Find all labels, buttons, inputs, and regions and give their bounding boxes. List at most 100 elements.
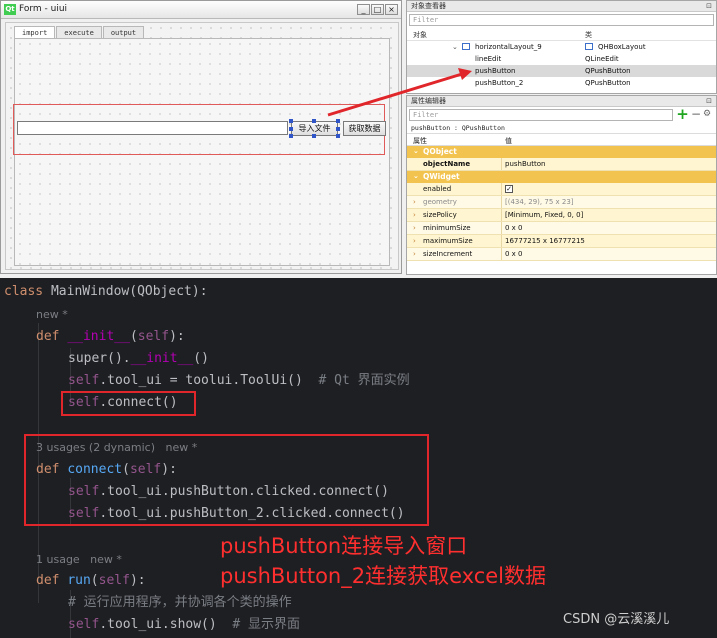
expand-arrow-icon[interactable]: › bbox=[413, 250, 416, 258]
highlight-box-connect-method bbox=[24, 434, 429, 526]
code-editor: class MainWindow(QObject): new * def __i… bbox=[0, 278, 717, 638]
close-button[interactable]: × bbox=[385, 4, 398, 15]
object-filter-input[interactable]: Filter bbox=[409, 14, 714, 26]
property-row-enabled[interactable]: enabled ✓ bbox=[407, 183, 716, 196]
object-tree-header: 对象 类 bbox=[407, 28, 716, 41]
code-line-10[interactable]: # 运行应用程序，并协调各个类的操作 bbox=[68, 592, 292, 614]
column-class[interactable]: 类 bbox=[585, 30, 592, 40]
collapse-arrow-icon[interactable]: ⌄ bbox=[413, 147, 419, 155]
form-titlebar: Qt Form - uiui _ □ × bbox=[1, 1, 401, 19]
minimize-button[interactable]: _ bbox=[357, 4, 370, 15]
column-divider bbox=[501, 235, 502, 247]
code-text: ( bbox=[90, 573, 99, 588]
tree-class-name: QPushButton bbox=[585, 67, 631, 75]
keyword: def bbox=[36, 573, 68, 588]
group-qobject[interactable]: ⌄ QObject bbox=[407, 146, 716, 158]
column-property[interactable]: 属性 bbox=[413, 136, 427, 146]
selection-handle[interactable] bbox=[289, 134, 293, 138]
property-value[interactable]: 16777215 x 16777215 bbox=[505, 237, 585, 245]
add-property-icon[interactable]: + bbox=[676, 107, 689, 122]
layout-icon bbox=[462, 43, 470, 50]
code-text: ( bbox=[129, 329, 138, 344]
tree-row-line-edit[interactable]: lineEdit QLineEdit bbox=[407, 53, 716, 65]
remove-property-icon[interactable]: − bbox=[691, 108, 701, 121]
property-editor-title-text: 属性编辑器 bbox=[411, 97, 446, 105]
expand-arrow-icon[interactable]: › bbox=[413, 224, 416, 232]
tab-execute[interactable]: execute bbox=[56, 26, 102, 38]
column-object[interactable]: 对象 bbox=[413, 30, 427, 40]
property-value[interactable]: 0 x 0 bbox=[505, 250, 523, 258]
tree-class-name: QHBoxLayout bbox=[598, 43, 646, 51]
qt-designer: Qt Form - uiui _ □ × import execute outp… bbox=[0, 0, 717, 278]
property-row-sizepolicy[interactable]: › sizePolicy [Minimum, Fixed, 0, 0] bbox=[407, 209, 716, 222]
selection-handle[interactable] bbox=[336, 119, 340, 123]
property-name: objectName bbox=[423, 160, 471, 168]
property-value[interactable]: [(434, 29), 75 x 23] bbox=[505, 198, 574, 206]
tree-row-push-button-2[interactable]: pushButton_2 QPushButton bbox=[407, 77, 716, 89]
selection-handle[interactable] bbox=[336, 127, 340, 131]
property-row-minimumsize[interactable]: › minimumSize 0 x 0 bbox=[407, 222, 716, 235]
function-name: __init__ bbox=[67, 329, 130, 344]
code-line-2[interactable]: def __init__(self): bbox=[36, 326, 185, 348]
column-divider bbox=[501, 196, 502, 208]
get-data-button[interactable]: 获取数据 bbox=[343, 121, 386, 136]
dock-float-icon[interactable]: ⊡ bbox=[706, 1, 712, 11]
code-comment: # Qt 界面实例 bbox=[318, 373, 410, 388]
selection-handle[interactable] bbox=[312, 134, 316, 138]
code-text: () bbox=[193, 351, 209, 366]
column-value[interactable]: 值 bbox=[505, 136, 512, 146]
property-value[interactable]: 0 x 0 bbox=[505, 224, 523, 232]
property-name: enabled bbox=[423, 185, 452, 193]
code-text: .tool_ui = toolui.ToolUi() bbox=[99, 373, 319, 388]
code-line-9[interactable]: def run(self): bbox=[36, 570, 146, 592]
expand-arrow-icon[interactable]: › bbox=[413, 198, 416, 206]
line-edit[interactable] bbox=[17, 121, 288, 135]
code-line-4[interactable]: self.tool_ui = toolui.ToolUi() # Qt 界面实例 bbox=[68, 370, 410, 392]
column-divider bbox=[501, 248, 502, 260]
self-keyword: self bbox=[68, 617, 100, 632]
property-filter-row: Filter + − ⚙ bbox=[407, 107, 716, 123]
collapse-arrow-icon[interactable]: ⌄ bbox=[413, 172, 419, 180]
watermark: CSDN @云溪溪儿 bbox=[563, 612, 670, 627]
expand-arrow-icon[interactable]: › bbox=[413, 211, 416, 219]
self-keyword: self bbox=[68, 373, 100, 388]
maximize-button[interactable]: □ bbox=[371, 4, 384, 15]
expand-arrow-icon[interactable]: ⌄ bbox=[452, 43, 458, 51]
selection-handle[interactable] bbox=[312, 119, 316, 123]
inlay-hint[interactable]: new * bbox=[36, 308, 68, 321]
tree-object-name: pushButton_2 bbox=[475, 79, 524, 87]
tree-row-push-button[interactable]: pushButton QPushButton bbox=[407, 65, 716, 77]
tree-row-horizontal-layout[interactable]: ⌄ horizontalLayout_9 QHBoxLayout bbox=[407, 41, 716, 53]
keyword: def bbox=[36, 329, 68, 344]
tree-object-name: lineEdit bbox=[475, 55, 502, 63]
magic-method: __init__ bbox=[130, 351, 194, 366]
selection-handle[interactable] bbox=[289, 127, 293, 131]
qt-logo-icon: Qt bbox=[4, 4, 16, 15]
property-value[interactable]: pushButton bbox=[505, 160, 545, 168]
property-row-sizeincrement[interactable]: › sizeIncrement 0 x 0 bbox=[407, 248, 716, 261]
property-row-geometry[interactable]: › geometry [(434, 29), 75 x 23] bbox=[407, 196, 716, 209]
group-qwidget[interactable]: ⌄ QWidget bbox=[407, 171, 716, 183]
selection-handle[interactable] bbox=[336, 134, 340, 138]
config-icon[interactable]: ⚙ bbox=[703, 108, 715, 121]
code-line-1[interactable]: class MainWindow(QObject): bbox=[4, 281, 208, 303]
highlight-box-connect-call bbox=[61, 391, 196, 416]
code-line-3[interactable]: super().__init__() bbox=[68, 348, 209, 370]
annotation-note-1: pushButton连接导入窗口 bbox=[220, 534, 468, 558]
property-row-objectname[interactable]: objectName pushButton bbox=[407, 158, 716, 171]
tree-class-name: QPushButton bbox=[585, 79, 631, 87]
annotation-note-2: pushButton_2连接获取excel数据 bbox=[220, 564, 547, 588]
usage-hint[interactable]: 1 usage new * bbox=[36, 553, 122, 566]
selection-handle[interactable] bbox=[289, 119, 293, 123]
property-context-label: pushButton : QPushButton bbox=[407, 123, 716, 134]
expand-arrow-icon[interactable]: › bbox=[413, 237, 416, 245]
code-text: (QObject): bbox=[129, 284, 208, 299]
object-inspector-panel: 对象查看器 ⊡ Filter 对象 类 ⌄ horizontalLayout_9… bbox=[406, 0, 717, 94]
tab-output[interactable]: output bbox=[102, 26, 145, 38]
property-value[interactable]: [Minimum, Fixed, 0, 0] bbox=[505, 211, 583, 219]
dock-float-icon[interactable]: ⊡ bbox=[706, 96, 712, 106]
property-row-maximumsize[interactable]: › maximumSize 16777215 x 16777215 bbox=[407, 235, 716, 248]
property-filter-input[interactable]: Filter bbox=[409, 109, 673, 121]
enabled-checkbox[interactable]: ✓ bbox=[505, 185, 513, 193]
code-line-11[interactable]: self.tool_ui.show() # 显示界面 bbox=[68, 614, 300, 636]
